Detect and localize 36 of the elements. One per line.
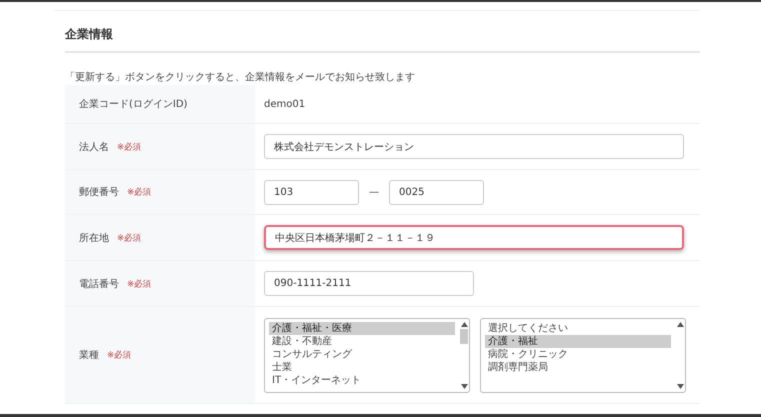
required-mark: ※必須 xyxy=(107,350,132,361)
scroll-up-icon[interactable] xyxy=(460,322,468,326)
field-label: 郵便番号 xyxy=(79,186,119,199)
list-option[interactable]: コンサルティング xyxy=(269,348,455,360)
field-label: 企業コード(ログインID) xyxy=(79,98,188,111)
postal-code-field[interactable]: 103 xyxy=(264,180,359,204)
list-box[interactable]: 選択してください 介護・福祉 病院・クリニック 調剤専門薬局 xyxy=(480,318,686,392)
field-value: demo01 xyxy=(264,98,306,110)
required-mark: ※必須 xyxy=(117,141,142,152)
required-mark: ※必須 xyxy=(117,232,142,244)
text-field[interactable]: 090-1111-2111 xyxy=(264,271,474,296)
required-mark: ※必須 xyxy=(127,186,152,198)
scroll-down-icon[interactable] xyxy=(460,384,468,388)
scroll-up-icon[interactable] xyxy=(676,322,684,326)
field-label: 電話番号 xyxy=(79,278,119,290)
list-option[interactable]: 病院・クリニック xyxy=(485,348,671,360)
list-option[interactable]: IT・インターネット xyxy=(269,374,455,386)
field-label: 所在地 xyxy=(79,232,109,244)
list-box[interactable]: 介護・福祉・医療 建設・不動産 コンサルティング 士業 IT・インターネット xyxy=(264,318,470,392)
scroll-down-icon[interactable] xyxy=(676,384,684,388)
required-mark: ※必須 xyxy=(127,278,152,290)
scroll-thumb[interactable] xyxy=(460,328,468,344)
field-label: 法人名 xyxy=(79,140,109,154)
text-field[interactable]: 株式会社デモンストレーション xyxy=(264,134,684,159)
section-title: 企業情報 xyxy=(64,26,114,43)
list-option[interactable]: 建設・不動産 xyxy=(269,334,455,348)
field-label: 業種 xyxy=(79,348,99,362)
list-option[interactable]: 士業 xyxy=(269,360,455,374)
list-option[interactable]: 調剤専門薬局 xyxy=(485,360,671,374)
postal-code-field[interactable]: 0025 xyxy=(389,180,484,204)
info-note: 「更新する」ボタンをクリックすると、企業情報をメールでお知らせ致します xyxy=(64,71,416,85)
list-option[interactable]: 介護・福祉・医療 xyxy=(269,322,455,334)
text-field[interactable]: 中央区日本橋茅場町２－１１－１９ xyxy=(264,225,684,250)
list-option[interactable]: 選択してください xyxy=(485,322,671,334)
list-option[interactable]: 介護・福祉 xyxy=(485,334,671,348)
dash-separator: — xyxy=(369,186,379,198)
